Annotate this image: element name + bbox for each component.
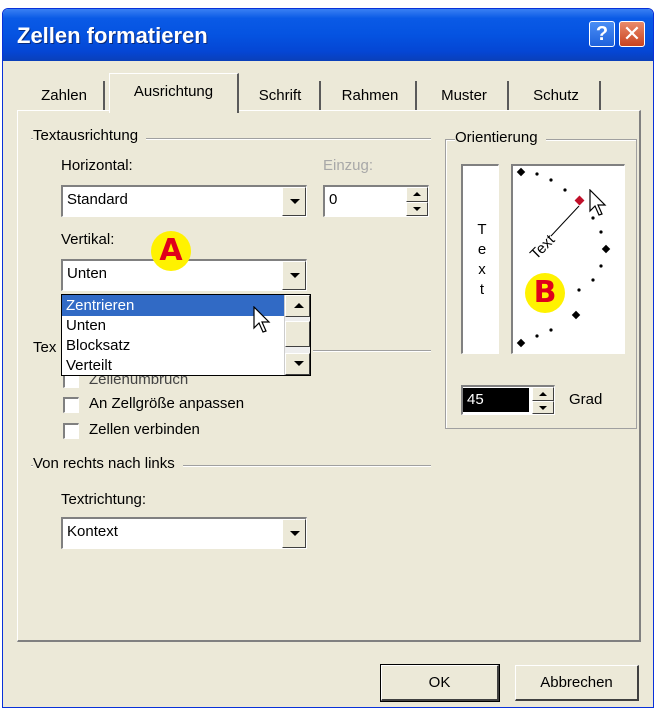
tab-muster[interactable]: Muster: [421, 81, 509, 111]
dial-marker: [516, 338, 526, 348]
dial-dot: [563, 188, 567, 192]
list-item[interactable]: Verteilt: [62, 355, 284, 376]
spin-up-icon[interactable]: [406, 187, 428, 202]
list-item[interactable]: Unten: [62, 315, 284, 336]
rtl-group-label: Von rechts nach links: [33, 455, 183, 472]
mouse-cursor-icon: [253, 306, 271, 333]
vertical-dropdown-list[interactable]: Zentrieren Unten Blocksatz Verteilt: [61, 294, 311, 376]
dialog-title: Zellen formatieren: [17, 23, 208, 48]
dial-handle: [574, 195, 585, 206]
close-button[interactable]: ✕: [619, 21, 645, 47]
text-control-group-label: Tex: [33, 339, 65, 356]
help-button[interactable]: ?: [589, 21, 615, 47]
vertical-text-letter: T: [477, 221, 487, 238]
degrees-unit-label: Grad: [569, 391, 603, 408]
dial-marker: [516, 167, 526, 177]
text-direction-select[interactable]: Kontext: [61, 517, 307, 549]
tab-strip: Zahlen Ausrichtung Schrift Rahmen Muster…: [3, 61, 653, 113]
ok-button[interactable]: OK: [380, 664, 500, 702]
dial-needle: [550, 205, 580, 237]
dial-marker: [601, 244, 611, 254]
shrink-to-fit-label: An Zellgröße anpassen: [89, 395, 245, 412]
dial-dot: [549, 328, 553, 332]
list-item[interactable]: Blocksatz: [62, 335, 284, 356]
scroll-thumb[interactable]: [285, 321, 310, 347]
degrees-value[interactable]: 45: [463, 388, 529, 412]
merge-cells-checkbox[interactable]: [63, 423, 79, 439]
tab-zahlen[interactable]: Zahlen: [25, 81, 105, 111]
spin-down-icon[interactable]: [532, 400, 554, 414]
dial-dot: [599, 230, 603, 234]
spin-up-icon[interactable]: [532, 387, 554, 401]
format-cells-dialog: Zellen formatieren ? ✕ Zahlen Ausrichtun…: [2, 8, 654, 708]
dial-dot: [577, 288, 581, 292]
horizontal-label: Horizontal:: [61, 157, 133, 174]
chevron-down-icon[interactable]: [282, 519, 306, 548]
spin-down-icon[interactable]: [406, 201, 428, 216]
chevron-down-icon[interactable]: [282, 187, 306, 216]
vertical-text-letter: t: [479, 281, 485, 298]
scroll-down-icon[interactable]: [285, 353, 310, 375]
dial-marker: [571, 310, 581, 320]
dial-dot: [591, 278, 595, 282]
annotation-badge-a: A: [151, 231, 191, 271]
list-item[interactable]: Zentrieren: [62, 295, 284, 316]
title-bar[interactable]: Zellen formatieren ? ✕: [3, 9, 653, 61]
vertical-text-toggle[interactable]: T e x t: [461, 164, 499, 354]
text-direction-value: Kontext: [67, 523, 118, 540]
merge-cells-label: Zellen verbinden: [89, 421, 200, 438]
text-alignment-group-label: Textausrichtung: [33, 127, 147, 144]
chevron-down-icon[interactable]: [282, 261, 306, 290]
degrees-spin-buttons[interactable]: [532, 387, 554, 414]
group-divider: [313, 350, 431, 352]
mouse-cursor-icon: [589, 189, 607, 216]
cancel-button[interactable]: Abbrechen: [515, 665, 639, 701]
vertical-text-letter: x: [478, 261, 486, 278]
text-direction-label: Textrichtung:: [61, 491, 147, 508]
indent-spin-buttons[interactable]: [406, 187, 428, 216]
vertical-text-letter: e: [477, 241, 487, 258]
tab-schrift[interactable]: Schrift: [241, 81, 321, 111]
indent-spinner[interactable]: 0: [323, 185, 429, 217]
horizontal-select-value: Standard: [67, 191, 128, 208]
dial-dot: [599, 264, 603, 268]
dial-dot: [535, 172, 539, 176]
scroll-up-icon[interactable]: [285, 295, 310, 317]
dial-text: Text: [527, 231, 559, 263]
degrees-spinner[interactable]: 45: [461, 385, 555, 415]
tab-rahmen[interactable]: Rahmen: [325, 81, 417, 111]
dropdown-scrollbar[interactable]: [284, 295, 310, 375]
dial-dot: [535, 334, 539, 338]
tab-ausrichtung[interactable]: Ausrichtung: [109, 73, 239, 113]
shrink-to-fit-checkbox[interactable]: [63, 397, 79, 413]
vertical-select-value: Unten: [67, 265, 108, 282]
vertical-label: Vertikal:: [61, 231, 115, 248]
indent-value: 0: [329, 191, 338, 208]
tab-schutz[interactable]: Schutz: [513, 81, 601, 111]
orientation-group-label: Orientierung: [455, 129, 546, 146]
horizontal-select[interactable]: Standard: [61, 185, 307, 217]
dial-dot: [549, 178, 553, 182]
indent-label: Einzug:: [323, 157, 374, 174]
annotation-badge-b: B: [525, 273, 565, 313]
